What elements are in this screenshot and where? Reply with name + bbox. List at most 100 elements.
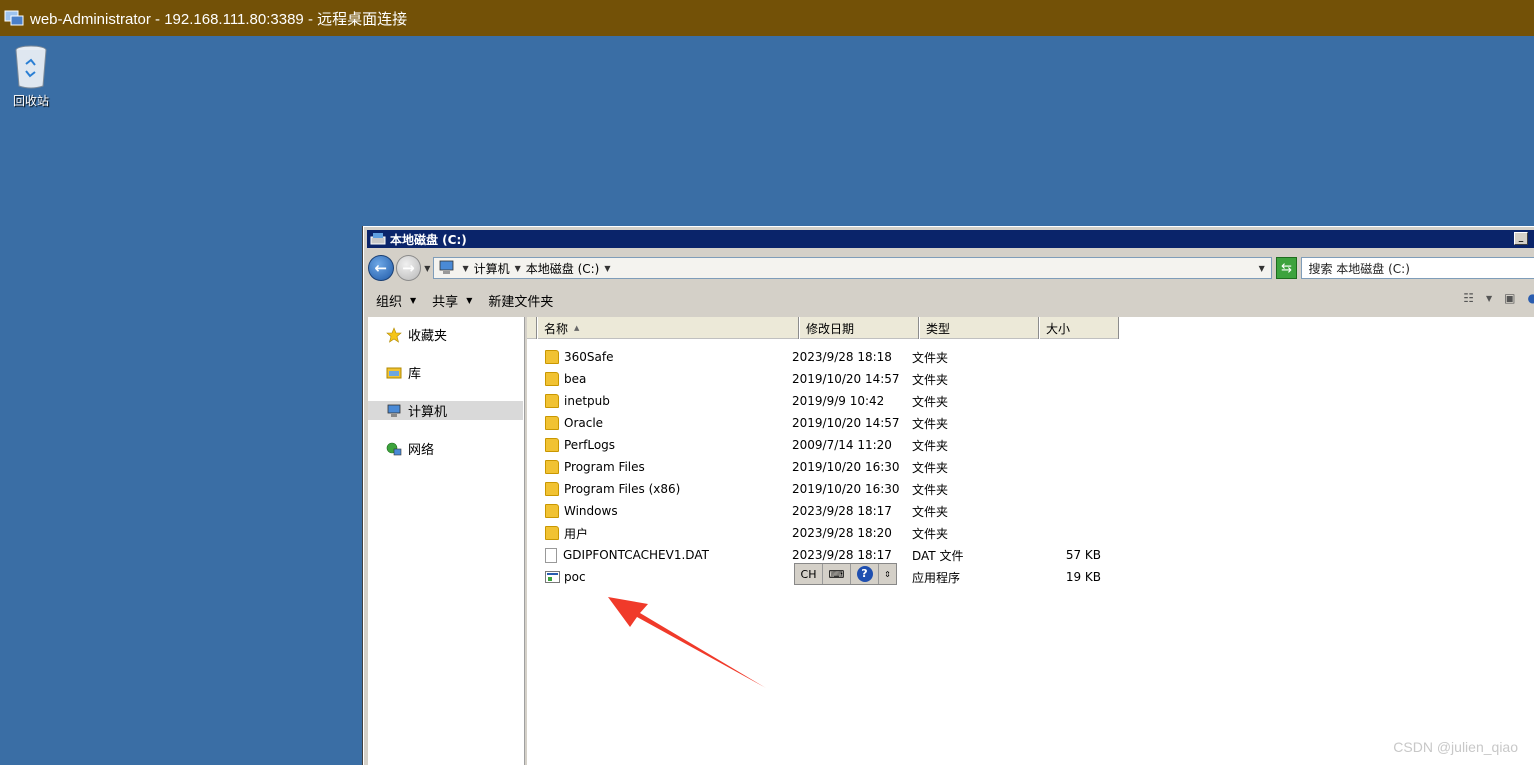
view-controls: ☷ ▼ ▣ ● — [1451, 291, 1534, 305]
ime-lang-button[interactable]: CH — [795, 564, 823, 584]
column-date-label: 修改日期 — [806, 321, 855, 336]
file-type: 文件夹 — [912, 526, 949, 541]
minimize-button[interactable]: _ — [1514, 232, 1528, 245]
file-name-cell: Program Files (x86) — [527, 482, 787, 496]
folder-icon — [545, 482, 559, 496]
file-date: 2023/9/28 18:17 — [792, 504, 892, 518]
command-bar: 组织 ▼ 共享 ▼ 新建文件夹 ☷ ▼ ▣ ● — [368, 285, 1534, 315]
file-row[interactable]: Program Files 2019/10/20 16:30 文件夹 — [527, 456, 1107, 478]
search-input[interactable]: 搜索 本地磁盘 (C:) — [1301, 257, 1534, 279]
breadcrumb-local-disk[interactable]: 本地磁盘 (C:) — [526, 260, 600, 277]
file-type: 文件夹 — [912, 394, 949, 409]
nav-network[interactable]: 网络 — [368, 439, 523, 458]
computer-icon — [438, 260, 456, 276]
new-folder-button[interactable]: 新建文件夹 — [480, 291, 561, 310]
file-type: 文件夹 — [912, 438, 949, 453]
arrow-left-icon: ← — [374, 259, 388, 277]
organize-label: 组织 — [376, 294, 403, 310]
navigation-pane: 收藏夹 库 计算机 网络 — [368, 317, 525, 765]
chevron-right-icon[interactable]: ▼ — [515, 264, 521, 273]
column-header-name[interactable]: 名称 ▲ — [537, 317, 799, 339]
organize-menu[interactable]: 组织 ▼ — [368, 291, 424, 310]
file-row[interactable]: Program Files (x86) 2019/10/20 16:30 文件夹 — [527, 478, 1107, 500]
back-button[interactable]: ← — [368, 255, 394, 281]
drive-icon — [370, 232, 386, 246]
share-label: 共享 — [432, 294, 459, 310]
nav-favorites[interactable]: 收藏夹 — [368, 325, 523, 344]
column-headers: 名称 ▲ 修改日期 类型 大小 — [527, 317, 1119, 339]
column-header-size[interactable]: 大小 — [1039, 317, 1119, 339]
file-date: 2019/10/20 14:57 — [792, 416, 900, 430]
file-row[interactable]: PerfLogs 2009/7/14 11:20 文件夹 — [527, 434, 1107, 456]
folder-icon — [545, 416, 559, 430]
chevron-down-icon[interactable]: ▼ — [604, 264, 610, 273]
nav-libraries-label: 库 — [408, 367, 422, 382]
file-name: poc — [564, 570, 586, 584]
file-row[interactable]: inetpub 2019/9/9 10:42 文件夹 — [527, 390, 1107, 412]
recent-pages-dropdown[interactable]: ▼ — [424, 264, 430, 273]
file-type: 应用程序 — [912, 570, 961, 585]
breadcrumb-computer[interactable]: 计算机 — [474, 260, 510, 277]
file-name: Program Files — [564, 460, 645, 474]
folder-icon — [545, 460, 559, 474]
column-type-label: 类型 — [926, 321, 951, 336]
column-name-label: 名称 — [544, 321, 569, 336]
file-type: DAT 文件 — [912, 548, 964, 563]
nav-network-label: 网络 — [408, 443, 435, 458]
refresh-icon: ⇆ — [1281, 260, 1293, 276]
column-header-date[interactable]: 修改日期 — [799, 317, 919, 339]
nav-computer[interactable]: 计算机 — [368, 401, 523, 420]
keyboard-icon[interactable]: ⌨ — [823, 564, 851, 584]
folder-icon — [545, 372, 559, 386]
file-row[interactable]: Oracle 2019/10/20 14:57 文件夹 — [527, 412, 1107, 434]
remote-desktop-icon — [4, 8, 24, 28]
recycle-bin[interactable]: 回收站 — [6, 44, 56, 109]
arrow-right-icon: → — [402, 259, 415, 277]
help-icon[interactable]: ? — [851, 564, 879, 584]
file-name: 用户 — [564, 526, 589, 541]
share-menu[interactable]: 共享 ▼ — [424, 291, 480, 310]
file-name-cell: bea — [527, 372, 787, 386]
watermark: CSDN @julien_qiao — [1393, 739, 1518, 755]
folder-icon — [545, 394, 559, 408]
sort-asc-icon: ▲ — [574, 324, 580, 332]
file-name: 360Safe — [564, 350, 614, 364]
nav-computer-label: 计算机 — [408, 405, 448, 420]
forward-button[interactable]: → — [395, 255, 422, 281]
file-name: Program Files (x86) — [564, 482, 681, 496]
window-title: 本地磁盘 (C:) — [390, 232, 467, 247]
file-date: 2019/10/20 14:57 — [792, 372, 900, 386]
refresh-button[interactable]: ⇆ — [1275, 257, 1298, 279]
help-icon[interactable]: ● — [1528, 291, 1534, 305]
view-options-icon[interactable]: ☷ — [1463, 291, 1474, 305]
chevron-down-icon[interactable]: ▼ — [1486, 294, 1492, 303]
file-row[interactable]: bea 2019/10/20 14:57 文件夹 — [527, 368, 1107, 390]
file-type: 文件夹 — [912, 482, 949, 497]
file-list: 名称 ▲ 修改日期 类型 大小 360Safe 2023/9/28 18:18 文件… — [527, 317, 1534, 765]
file-size: 19 KB — [1065, 570, 1101, 584]
folder-icon — [545, 526, 559, 540]
chevron-down-icon: ▼ — [466, 295, 473, 305]
rdp-window-title: web-Administrator - 192.168.111.80:3389 … — [30, 10, 408, 28]
file-name: Windows — [564, 504, 618, 518]
nav-libraries[interactable]: 库 — [368, 363, 523, 382]
file-type: 文件夹 — [912, 350, 949, 365]
address-history-dropdown[interactable]: ▼ — [1259, 264, 1265, 273]
preview-pane-icon[interactable]: ▣ — [1504, 291, 1515, 305]
address-bar[interactable]: ▼ 计算机 ▼ 本地磁盘 (C:) ▼ ▼ — [433, 257, 1272, 279]
nav-favorites-label: 收藏夹 — [408, 329, 448, 344]
file-row[interactable]: 360Safe 2023/9/28 18:18 文件夹 — [527, 346, 1107, 368]
ime-options-icon[interactable]: ⇕ — [879, 564, 896, 584]
file-row[interactable]: Windows 2023/9/28 18:17 文件夹 — [527, 500, 1107, 522]
file-row[interactable]: 用户 2023/9/28 18:20 文件夹 — [527, 522, 1107, 544]
folder-icon — [545, 504, 559, 518]
file-name-cell: inetpub — [527, 394, 787, 408]
column-size-label: 大小 — [1046, 321, 1071, 336]
application-icon — [545, 571, 560, 583]
chevron-right-icon[interactable]: ▼ — [462, 264, 468, 273]
network-icon — [386, 441, 404, 457]
new-folder-label: 新建文件夹 — [488, 294, 554, 310]
file-name-cell: Windows — [527, 504, 787, 518]
column-header-type[interactable]: 类型 — [919, 317, 1039, 339]
explorer-window: 本地磁盘 (C:) _ ← → ▼ ▼ 计算机 ▼ 本地磁盘 (C:) ▼ ▼ … — [363, 226, 1534, 765]
